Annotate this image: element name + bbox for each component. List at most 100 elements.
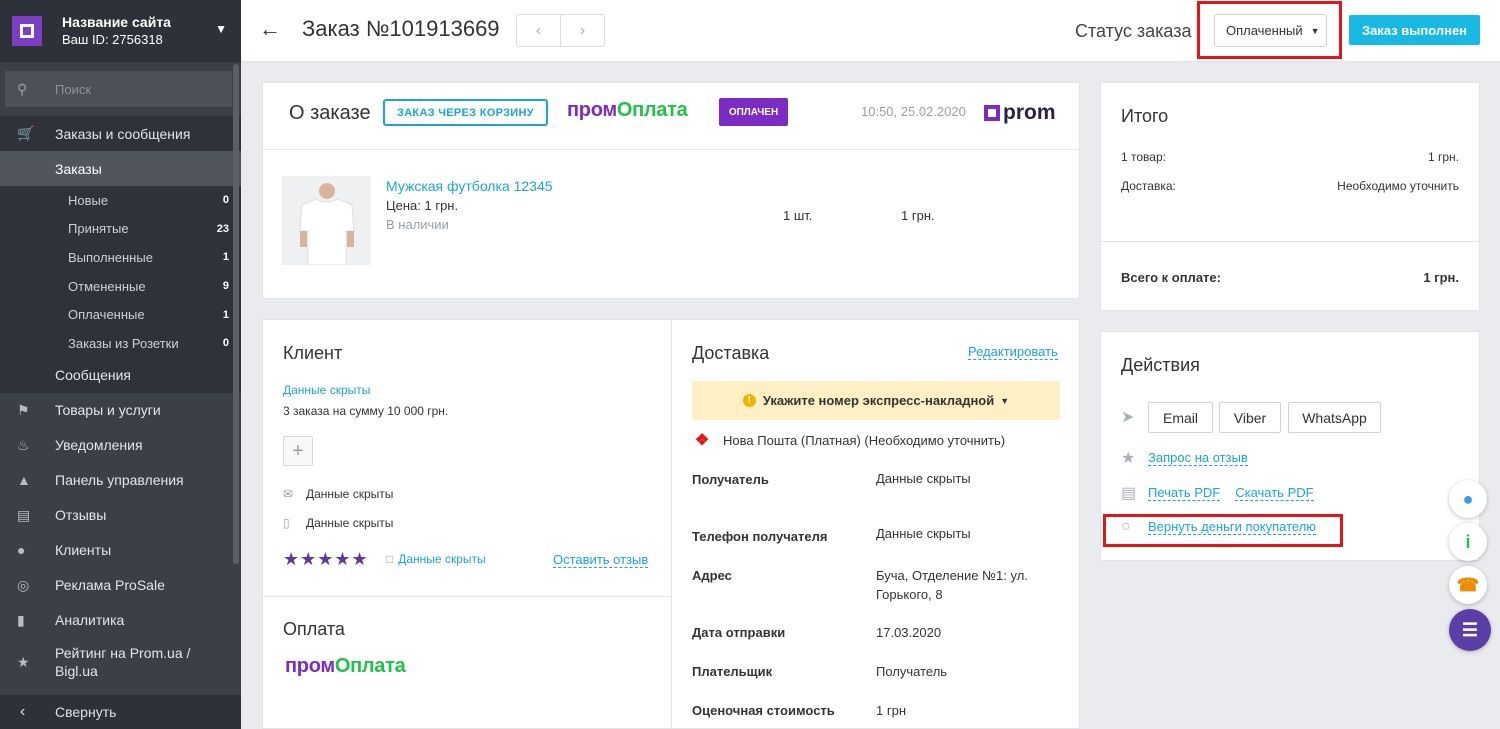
- sidebar-subitem-label: Новые: [68, 192, 109, 208]
- sidebar-item-reviews[interactable]: ▤ Отзывы: [0, 498, 241, 533]
- sidebar-item-orders[interactable]: Заказы: [0, 151, 241, 186]
- prom-payment-logo: промОплата: [285, 655, 406, 678]
- chat-icon[interactable]: ☰: [1449, 609, 1491, 651]
- cart-order-tag: ЗАКАЗ ЧЕРЕЗ КОРЗИНУ: [383, 99, 548, 126]
- chevron-down-icon: ▼: [1310, 25, 1320, 36]
- prev-order-button[interactable]: ‹: [517, 15, 560, 46]
- prom-logo: prom: [984, 101, 1056, 125]
- search-input[interactable]: ⚲ Поиск: [5, 71, 232, 107]
- site-header[interactable]: Название сайта Ваш ID: 2756318 ▼: [0, 0, 241, 62]
- rating-line-2: Bigl.ua: [55, 662, 98, 679]
- refund-row: ○ Вернуть деньги покупателю: [1121, 518, 1317, 536]
- product-price: Цена: 1 грн.: [386, 198, 459, 213]
- sidebar-item-dashboard[interactable]: ▲ Панель управления: [0, 463, 241, 498]
- sidebar-subitem-completed[interactable]: Выполненные 1: [0, 243, 241, 272]
- promo-part-1: пром: [285, 655, 335, 677]
- sidebar-item-label: Реклама ProSale: [55, 577, 165, 594]
- next-order-button[interactable]: ›: [560, 15, 604, 46]
- site-logo-icon: [12, 16, 42, 46]
- order-pager: ‹ ›: [516, 14, 605, 47]
- payer-value: Получатель: [876, 664, 948, 679]
- sidebar-subitem-rozetka[interactable]: Заказы из Розетки 0: [0, 328, 241, 358]
- print-pdf-link[interactable]: Печать PDF: [1148, 485, 1221, 501]
- search-placeholder: Поиск: [55, 81, 92, 97]
- user-support-icon[interactable]: ●: [1449, 480, 1487, 518]
- count-badge: 0: [222, 337, 229, 350]
- sidebar-subitem-accepted[interactable]: Принятые 23: [0, 214, 241, 244]
- sidebar-item-products[interactable]: ⚑ Товары и услуги: [0, 393, 241, 428]
- address-label: Адрес: [692, 568, 732, 583]
- nova-poshta-icon: ❖: [694, 432, 710, 449]
- refund-icon: ○: [1121, 518, 1131, 535]
- product-availability: В наличии: [386, 217, 449, 232]
- client-phone-row: ▯ Данные скрыты: [283, 516, 393, 530]
- back-arrow-icon[interactable]: ←: [259, 16, 281, 42]
- viber-button[interactable]: Viber: [1219, 402, 1281, 433]
- waybill-warning[interactable]: ! Укажите номер экспресс-накладной ▼: [692, 381, 1060, 420]
- download-pdf-link[interactable]: Скачать PDF: [1235, 485, 1314, 501]
- add-button[interactable]: +: [283, 436, 313, 466]
- sidebar-item-notifications[interactable]: ♨ Уведомления: [0, 428, 241, 463]
- sidebar-item-prosale[interactable]: ◎ Реклама ProSale: [0, 568, 241, 603]
- client-hidden-data-link[interactable]: Данные скрыты: [283, 383, 370, 397]
- summary-items-row: 1 товар: 1 грн.: [1121, 150, 1459, 164]
- reviews-icon: ▤: [17, 506, 31, 523]
- sidebar-item-messages[interactable]: Сообщения: [0, 357, 241, 393]
- sidebar-subitem-label: Отмененные: [68, 278, 146, 294]
- leave-review-link[interactable]: Оставить отзыв: [553, 552, 649, 568]
- pdf-row: ▤ Печать PDF Скачать PDF: [1121, 483, 1314, 503]
- sidebar-subitem-cancelled[interactable]: Отмененные 9: [0, 271, 241, 301]
- sidebar-item-analytics[interactable]: ▮ Аналитика: [0, 603, 241, 638]
- summary-items-label: 1 товар:: [1121, 150, 1166, 164]
- collapse-label: Свернуть: [55, 704, 117, 720]
- client-review[interactable]: □ Данные скрыты: [386, 552, 486, 566]
- product-link[interactable]: Мужская футболка 12345: [386, 178, 553, 194]
- site-name: Название сайта: [62, 14, 171, 30]
- divider: [1101, 241, 1479, 242]
- product-image[interactable]: [282, 176, 371, 265]
- divider: [263, 596, 672, 597]
- edit-delivery-link[interactable]: Редактировать: [968, 344, 1058, 360]
- mail-icon: ✉: [283, 487, 294, 501]
- chevron-down-icon[interactable]: ▼: [215, 22, 227, 36]
- count-badge: 9: [222, 280, 229, 293]
- sidebar-item-label: Заказы: [55, 160, 102, 177]
- status-select[interactable]: Оплаченный ▼: [1214, 14, 1327, 47]
- review-request-row: ★ Запрос на отзыв: [1121, 448, 1248, 468]
- sidebar-item-orders-messages[interactable]: 🛒 Заказы и сообщения: [0, 116, 241, 151]
- count-badge: 0: [222, 194, 229, 207]
- recipient-phone-value: Данные скрыты: [876, 526, 971, 541]
- review-request-link[interactable]: Запрос на отзыв: [1148, 450, 1248, 466]
- whatsapp-button[interactable]: WhatsApp: [1288, 402, 1381, 433]
- client-email: Данные скрыты: [306, 487, 394, 501]
- refund-link[interactable]: Вернуть деньги покупателю: [1148, 519, 1317, 535]
- promo-part-1: пром: [567, 99, 617, 121]
- declared-value-label: Оценочная стоимость: [692, 703, 835, 718]
- headset-icon[interactable]: ☎: [1449, 566, 1487, 604]
- sidebar-item-label: Клиенты: [55, 542, 112, 559]
- sidebar-subitem-new[interactable]: Новые 0: [0, 186, 241, 215]
- sidebar-item-rating[interactable]: ★ Рейтинг на Prom.ua / Bigl.ua: [0, 638, 241, 686]
- order-card-header: О заказе ЗАКАЗ ЧЕРЕЗ КОРЗИНУ промОплата …: [263, 83, 1079, 150]
- client-title: Клиент: [283, 343, 343, 363]
- client-email-row: ✉ Данные скрыты: [283, 487, 393, 501]
- paid-badge: ОПЛАЧЕН: [719, 98, 788, 126]
- product-quantity: 1 шт.: [783, 208, 813, 223]
- recipient-label: Получатель: [692, 472, 769, 487]
- search-icon: ⚲: [17, 80, 28, 97]
- sidebar-item-clients[interactable]: ● Клиенты: [0, 533, 241, 568]
- ship-date-value: 17.03.2020: [876, 625, 942, 640]
- sidebar-scrollbar[interactable]: [233, 64, 239, 564]
- sidebar-subitem-paid[interactable]: Оплаченные 1: [0, 300, 241, 329]
- summary-delivery-label: Доставка:: [1121, 179, 1176, 193]
- info-icon[interactable]: i: [1449, 523, 1487, 561]
- order-done-button[interactable]: Заказ выполнен: [1349, 15, 1480, 45]
- send-icon: ➤: [1121, 409, 1135, 426]
- pdf-icon: ▤: [1121, 485, 1137, 502]
- status-value: Оплаченный: [1226, 23, 1303, 38]
- cart-icon: 🛒: [17, 125, 35, 141]
- promo-part-2: Оплата: [334, 655, 406, 677]
- collapse-button[interactable]: ‹ Свернуть: [0, 695, 241, 729]
- email-button[interactable]: Email: [1148, 402, 1213, 433]
- chevron-left-icon: ‹: [20, 703, 26, 720]
